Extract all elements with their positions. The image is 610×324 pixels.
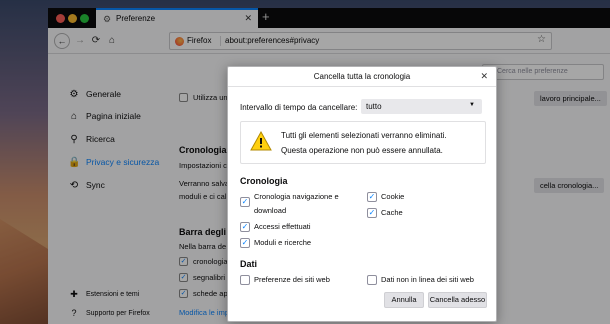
home-icon: ⌂	[70, 110, 78, 122]
sidebar-item-generale[interactable]: ⚙ Generale	[68, 87, 121, 101]
cache-checkbox[interactable]: ✓	[367, 208, 377, 218]
window-close-button[interactable]	[56, 14, 65, 23]
warning-box: Tutti gli elementi selezionati verranno …	[240, 121, 486, 164]
reload-button[interactable]: ⟳	[88, 33, 104, 49]
sync-icon: ⟲	[69, 179, 79, 191]
section-title: Barra degli i	[179, 227, 232, 237]
logins-checkbox[interactable]: ✓	[240, 222, 250, 232]
clear-history-dialog: Cancella tutta la cronologia ✕ Intervall…	[227, 66, 497, 322]
history-checkbox[interactable]: ✓	[240, 197, 250, 207]
preferences-search-input[interactable]: ⚲ Cerca nelle preferenze	[482, 64, 604, 80]
cache-label: Cache	[381, 208, 403, 217]
tab-bar: ⚙ Preferenze ✕ +	[48, 8, 610, 28]
help-icon: ?	[71, 308, 77, 318]
forms-checkbox[interactable]: ✓	[240, 238, 250, 248]
url-bar[interactable]: Firefox about:preferences#privacy ☆	[169, 32, 552, 50]
logins-label: Accessi effettuati	[254, 222, 311, 231]
url-text[interactable]: about:preferences#privacy	[225, 36, 319, 45]
close-icon[interactable]: ✕	[480, 71, 488, 82]
dialog-header: Cancella tutta la cronologia ✕	[228, 67, 496, 87]
pref-text: schede ap	[193, 289, 228, 298]
warning-text: Tutti gli elementi selezionati verranno …	[281, 131, 447, 140]
dialog-title: Cancella tutta la cronologia	[313, 72, 411, 81]
checkbox[interactable]	[179, 93, 188, 102]
sidebar-item-ricerca[interactable]: ⚲ Ricerca	[68, 132, 115, 146]
sidebar-item-label: Sync	[86, 180, 105, 190]
pref-button[interactable]: cella cronologia...	[534, 178, 605, 193]
firefox-logo-icon	[175, 37, 184, 46]
search-placeholder: Cerca nelle preferenze	[497, 68, 568, 75]
checkbox[interactable]: ✓	[179, 289, 188, 298]
home-button[interactable]: ⌂	[104, 33, 120, 49]
cronologia-section-title: Cronologia	[240, 176, 288, 186]
site-preferences-checkbox[interactable]	[240, 275, 250, 285]
sidebar-item-label: Pagina iniziale	[86, 111, 141, 121]
url-brand: Firefox	[187, 36, 212, 45]
sidebar-footer-extensions[interactable]: ✚ Estensioni e temi	[68, 289, 139, 300]
sidebar-item-label: Generale	[86, 89, 121, 99]
checkbox[interactable]: ✓	[179, 273, 188, 282]
warning-icon	[250, 131, 272, 151]
search-icon: ⚲	[70, 133, 78, 145]
pref-text: cronologia	[193, 257, 228, 266]
offline-data-checkbox[interactable]	[367, 275, 377, 285]
sidebar-footer-label: Estensioni e temi	[86, 291, 140, 298]
cancel-button[interactable]: Annulla	[384, 292, 424, 308]
site-preferences-label: Preferenze dei siti web	[254, 275, 330, 284]
cookies-checkbox[interactable]: ✓	[367, 192, 377, 202]
offline-data-label: Dati non in linea dei siti web	[381, 275, 474, 284]
history-label: Cronologia navigazione e	[254, 192, 339, 201]
pref-text: Verranno salva	[179, 179, 230, 188]
forms-label: Moduli e ricerche	[254, 238, 312, 247]
cookies-label: Cookie	[381, 192, 405, 201]
pref-text: moduli e ci cal	[179, 192, 227, 201]
forward-button[interactable]: →	[72, 33, 88, 49]
pref-text: Nella barra de	[179, 242, 227, 251]
window-maximize-button[interactable]	[80, 14, 89, 23]
sidebar-item-sync[interactable]: ⟲ Sync	[68, 178, 105, 192]
pref-text: Impostazioni c	[179, 161, 227, 170]
sidebar-item-pagina-iniziale[interactable]: ⌂ Pagina iniziale	[68, 109, 141, 123]
window-minimize-button[interactable]	[68, 14, 77, 23]
lock-icon: 🔒	[68, 156, 81, 168]
checkbox[interactable]: ✓	[179, 257, 188, 266]
history-label-continued: download	[254, 206, 287, 215]
chevron-down-icon: ▼	[469, 102, 475, 108]
warning-text: Questa operazione non può essere annulla…	[281, 146, 443, 155]
gear-icon: ⚙	[69, 88, 79, 100]
pref-button[interactable]: lavoro principale...	[534, 91, 607, 106]
section-title: Cronologia	[179, 145, 227, 155]
bookmark-star-icon[interactable]: ☆	[537, 34, 546, 45]
tab-preferences[interactable]: ⚙ Preferenze ✕	[96, 8, 258, 28]
sidebar-item-privacy[interactable]: 🔒 Privacy e sicurezza	[68, 155, 159, 169]
sidebar-footer-support[interactable]: ? Supporto per Firefox	[68, 308, 150, 318]
sidebar-footer-label: Supporto per Firefox	[86, 309, 150, 317]
new-tab-button[interactable]: +	[262, 9, 270, 24]
time-range-label: Intervallo di tempo da cancellare:	[240, 103, 358, 112]
url-separator	[220, 36, 221, 46]
sidebar-item-label: Privacy e sicurezza	[86, 157, 160, 167]
pref-text: Utilizza un	[193, 93, 228, 102]
back-button[interactable]: ←	[54, 33, 70, 49]
puzzle-icon: ✚	[70, 289, 78, 299]
clear-now-button[interactable]: Cancella adesso	[428, 292, 487, 308]
time-range-value: tutto	[366, 102, 382, 111]
sidebar-item-label: Ricerca	[86, 134, 115, 144]
gear-icon: ⚙	[103, 14, 112, 24]
pref-text: segnalibri	[193, 273, 226, 282]
tab-title: Preferenze	[116, 14, 156, 23]
tab-close-icon[interactable]: ✕	[244, 13, 252, 24]
modify-link[interactable]: Modifica le imp	[179, 308, 229, 317]
navigation-bar: ← → ⟳ ⌂ Firefox about:preferences#privac…	[48, 28, 610, 54]
dati-section-title: Dati	[240, 259, 258, 269]
time-range-select[interactable]: tutto ▼	[361, 99, 482, 114]
